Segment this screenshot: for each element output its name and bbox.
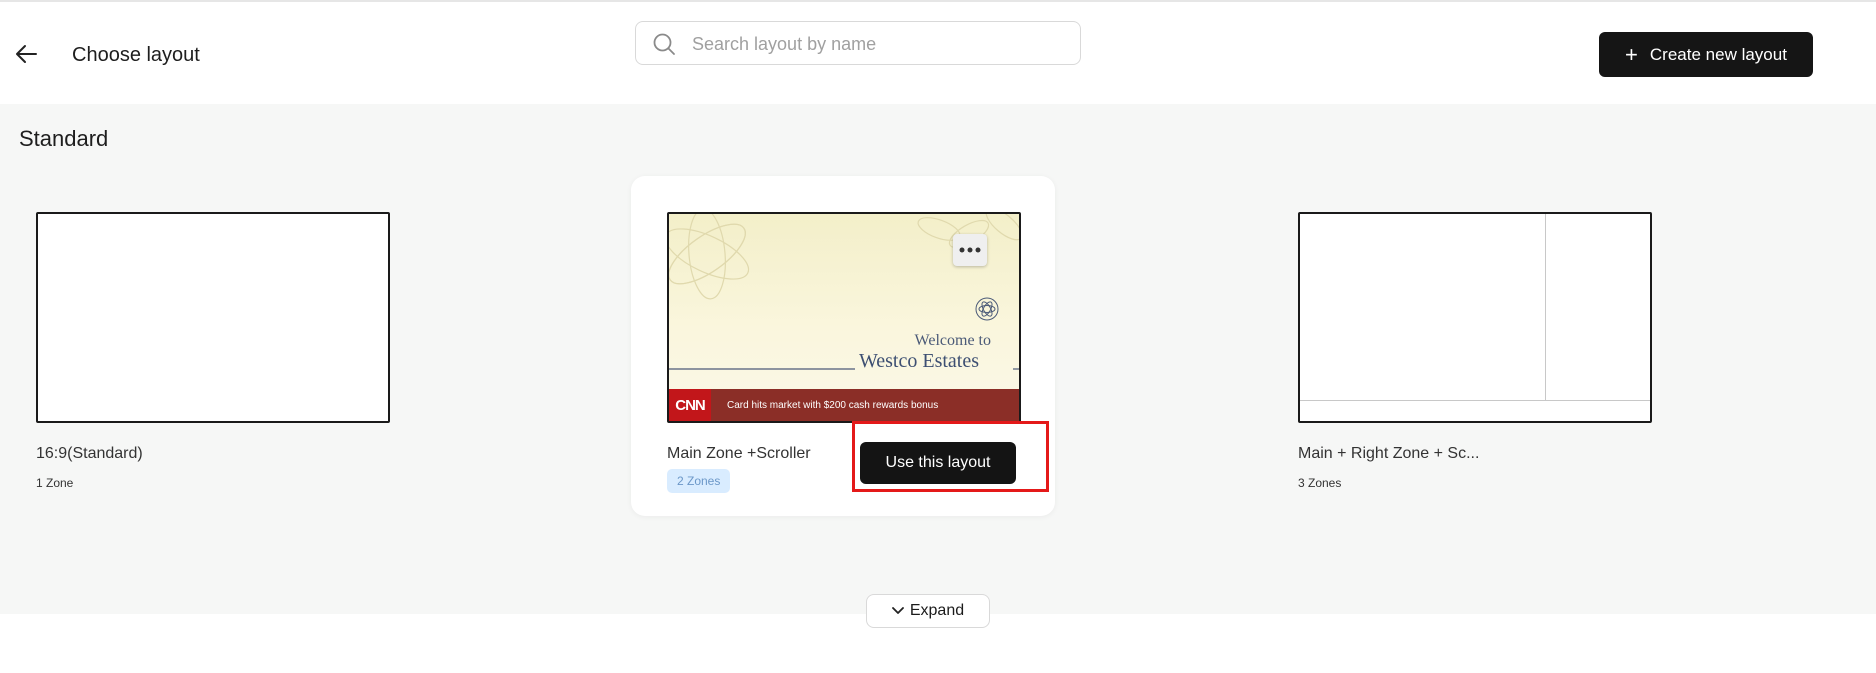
expand-button[interactable]: Expand — [866, 594, 990, 628]
layout-thumbnail[interactable] — [36, 212, 390, 423]
search-box[interactable] — [635, 21, 1081, 66]
layout-card-main-right-scroller[interactable]: Main + Right Zone + Sc... 3 Zones — [1262, 176, 1686, 516]
zone-divider-vertical — [1545, 214, 1546, 400]
section-title: Standard — [19, 126, 109, 151]
page-header: Choose layout + Create new layout — [0, 2, 1876, 104]
search-icon — [653, 33, 675, 55]
page-title: Choose layout — [72, 44, 200, 66]
more-dots-icon — [959, 247, 981, 253]
ticker-text: Card hits market with $200 cash rewards … — [727, 399, 939, 411]
zone-count-badge: 2 Zones — [667, 469, 731, 493]
create-layout-button[interactable]: + Create new layout — [1599, 32, 1813, 77]
plus-icon: + — [1625, 41, 1638, 67]
preview-estate-text: Westco Estates — [859, 350, 980, 372]
chevron-down-icon — [891, 607, 904, 615]
back-button[interactable] — [12, 40, 40, 68]
more-options-button[interactable] — [953, 234, 987, 266]
preview-welcome-text: Welcome to — [914, 332, 991, 349]
layout-card-main-scroller[interactable]: Welcome to Westco Estates CNN Card hits … — [631, 176, 1055, 516]
zone-count: 3 Zones — [1298, 476, 1342, 490]
cnn-logo: CNN — [669, 389, 711, 421]
create-layout-label: Create new layout — [1649, 44, 1787, 64]
layout-name: Main Zone +Scroller — [667, 445, 811, 462]
layout-thumbnail[interactable] — [1298, 212, 1652, 423]
search-input[interactable] — [690, 22, 1064, 66]
layout-card-standard[interactable]: 16:9(Standard) 1 Zone — [0, 176, 424, 516]
layout-name: Main + Right Zone + Sc... — [1298, 445, 1480, 462]
scroller-zone: CNN Card hits market with $200 cash rewa… — [669, 389, 1019, 421]
arrow-left-icon — [16, 45, 37, 63]
layout-section: Standard 16:9(Standard) 1 Zone Welcome t… — [0, 104, 1876, 614]
use-layout-button[interactable]: Use this layout — [860, 442, 1016, 484]
zone-count: 1 Zone — [36, 476, 74, 490]
layout-name: 16:9(Standard) — [36, 445, 143, 462]
expand-label: Expand — [909, 602, 965, 619]
zone-divider-horizontal — [1300, 400, 1650, 401]
layout-thumbnail[interactable]: Welcome to Westco Estates CNN Card hits … — [667, 212, 1021, 423]
